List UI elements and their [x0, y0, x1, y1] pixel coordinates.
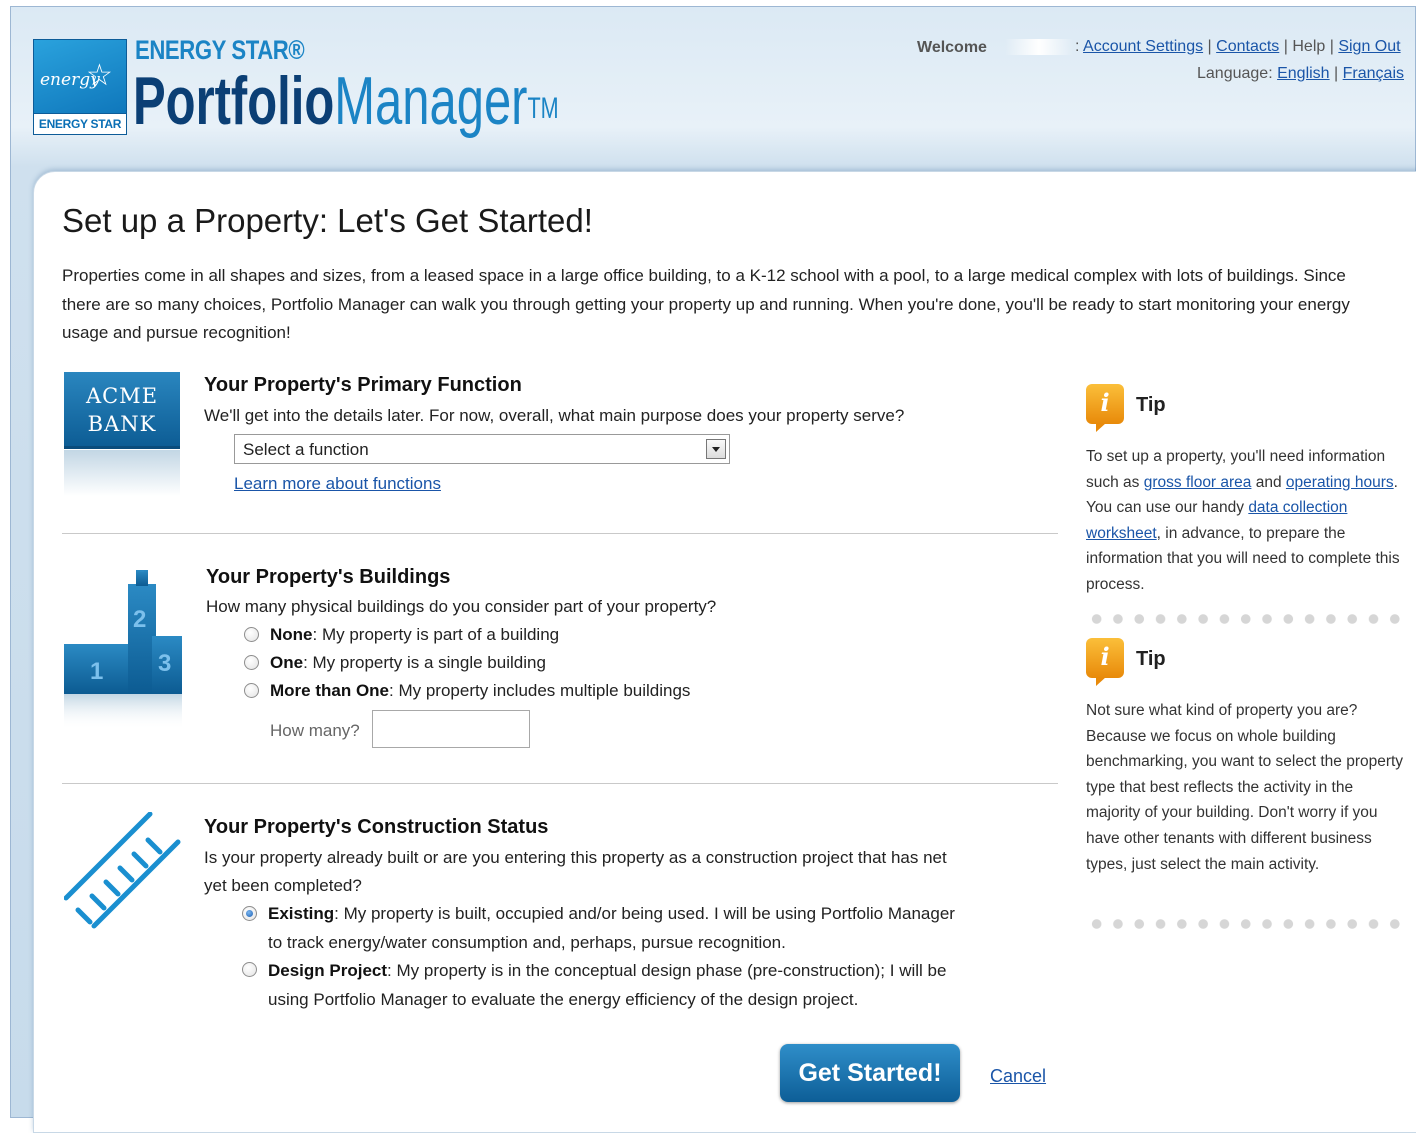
- brand-portfolio: Portfolio: [133, 63, 335, 139]
- links-colon: :: [1075, 38, 1080, 55]
- brand-manager: Manager: [334, 63, 528, 139]
- construction-option-existing-line2: to track energy/water consumption and, p…: [268, 933, 786, 952]
- star-icon: ☆: [86, 59, 113, 92]
- section-divider: [62, 783, 1058, 784]
- bank-sign-line2: BANK: [87, 412, 157, 436]
- how-many-input[interactable]: [372, 710, 530, 748]
- option-desc: : My property includes multiple building…: [389, 681, 691, 700]
- building-option-one: One: My property is a single building: [270, 653, 546, 673]
- page-title: Set up a Property: Let's Get Started!: [62, 202, 593, 239]
- option-label: One: [270, 653, 304, 672]
- gross-floor-area-link[interactable]: gross floor area: [1144, 474, 1252, 491]
- energy-star-logo: energy ☆ ENERGY STAR: [33, 39, 127, 135]
- how-many-label: How many?: [270, 721, 360, 740]
- learn-more-functions-link[interactable]: Learn more about functions: [234, 474, 441, 494]
- section-divider: [62, 533, 1058, 534]
- cancel-link[interactable]: Cancel: [990, 1066, 1046, 1087]
- brand-portfolio-manager: PortfolioManagerTM: [133, 61, 559, 141]
- links-separator: |: [1283, 38, 1288, 55]
- tip-text-1: To set up a property, you'll need inform…: [1086, 444, 1406, 598]
- function-select-value: Select a function: [243, 440, 369, 459]
- logo-bar-text: ENERGY STAR: [38, 117, 122, 131]
- construction-section-title: Your Property's Construction Status: [204, 816, 549, 838]
- tip-dotted-divider: [1086, 613, 1406, 625]
- tip-title: Tip: [1136, 648, 1166, 670]
- building-option-multiple-radio[interactable]: [244, 683, 259, 698]
- bank-sign: ACME BANK: [64, 372, 180, 449]
- bank-sign-line1: ACME: [85, 384, 159, 408]
- account-settings-link[interactable]: Account Settings: [1083, 38, 1203, 55]
- help-link[interactable]: Help: [1292, 38, 1325, 55]
- tip-text-2: Not sure what kind of property you are? …: [1086, 702, 1404, 873]
- language-label: Language:: [1197, 65, 1273, 82]
- construction-option-design-radio[interactable]: [242, 962, 257, 977]
- option-desc: : My property is built, occupied and/or …: [334, 904, 955, 923]
- option-label: None: [270, 625, 313, 644]
- sign-out-link[interactable]: Sign Out: [1338, 38, 1400, 55]
- operating-hours-link[interactable]: operating hours: [1286, 474, 1394, 491]
- ladder-icon-svg: [63, 811, 181, 929]
- buildings-icon: 1 2 3: [64, 564, 182, 730]
- building-number-3: 3: [158, 650, 172, 677]
- option-desc: : My property is in the conceptual desig…: [387, 961, 947, 980]
- option-desc: : My property is a single building: [303, 653, 546, 672]
- bank-sign-reflection: [64, 450, 180, 496]
- chevron-down-icon[interactable]: [706, 439, 726, 459]
- function-question: We'll get into the details later. For no…: [204, 406, 905, 425]
- language-line: Language: English | Français: [1197, 65, 1404, 83]
- construction-question-line2: yet been completed?: [204, 876, 362, 895]
- option-label: More than One: [270, 681, 390, 700]
- building-option-none: None: My property is part of a building: [270, 625, 559, 645]
- page-frame: energy ☆ ENERGY STAR ENERGY STAR® Portfo…: [10, 6, 1416, 1133]
- function-section-title: Your Property's Primary Function: [204, 374, 522, 396]
- info-icon: i: [1086, 384, 1124, 432]
- logo-bar: ENERGY STAR: [34, 113, 126, 134]
- option-label: Design Project: [268, 961, 388, 980]
- intro-paragraph: Properties come in all shapes and sizes,…: [62, 266, 1350, 342]
- info-icon: i: [1086, 638, 1124, 686]
- construction-option-design-line2: using Portfolio Manager to evaluate the …: [268, 990, 859, 1009]
- contacts-link[interactable]: Contacts: [1216, 38, 1279, 55]
- welcome-username-redacted: [1005, 39, 1073, 55]
- content-panel: Set up a Property: Let's Get Started! Pr…: [33, 171, 1416, 1133]
- welcome-label: Welcome: [917, 39, 987, 56]
- links-separator: |: [1334, 65, 1339, 82]
- building-option-none-radio[interactable]: [244, 627, 259, 642]
- construction-option-existing: Existing: My property is built, occupied…: [268, 904, 955, 924]
- get-started-button[interactable]: Get Started!: [780, 1044, 960, 1102]
- building-option-multiple: More than One: My property includes mult…: [270, 681, 690, 701]
- building-number-1: 1: [90, 658, 104, 685]
- construction-option-design: Design Project: My property is in the co…: [268, 961, 946, 981]
- brand-tm: TM: [527, 92, 559, 125]
- bank-building-icon: ACME BANK: [64, 372, 180, 496]
- tip-dotted-divider: [1086, 918, 1406, 930]
- tip-text-part: and: [1251, 473, 1286, 491]
- construction-option-existing-radio[interactable]: [242, 906, 257, 921]
- ladder-icon: [63, 811, 184, 932]
- language-english-link[interactable]: English: [1277, 65, 1329, 82]
- language-french-link[interactable]: Français: [1343, 65, 1404, 82]
- option-desc: : My property is part of a building: [312, 625, 560, 644]
- building-number-2: 2: [133, 606, 147, 633]
- links-separator: |: [1329, 38, 1334, 55]
- top-links: : Account Settings | Contacts | Help | S…: [1075, 38, 1401, 56]
- buildings-section-title: Your Property's Buildings: [206, 566, 451, 588]
- function-select[interactable]: Select a function: [234, 434, 730, 464]
- construction-question-line1: Is your property already built or are yo…: [204, 848, 947, 867]
- tip-title: Tip: [1136, 394, 1166, 416]
- links-separator: |: [1207, 38, 1212, 55]
- option-label: Existing: [268, 904, 335, 923]
- building-option-one-radio[interactable]: [244, 655, 259, 670]
- buildings-question: How many physical buildings do you consi…: [206, 597, 717, 616]
